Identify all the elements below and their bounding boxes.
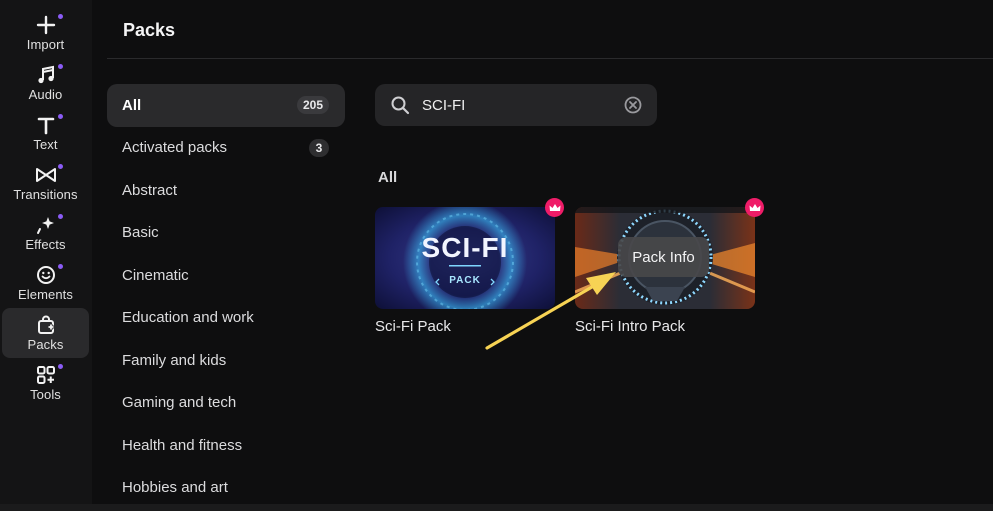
category-activated-packs[interactable]: Activated packs 3 xyxy=(107,127,345,170)
text-icon xyxy=(35,114,57,136)
pack-thumbnail[interactable]: Pack Info xyxy=(575,207,755,309)
category-cinematic[interactable]: Cinematic xyxy=(107,254,345,297)
grid-plus-icon xyxy=(35,364,57,386)
bag-icon xyxy=(35,314,57,336)
sci-fi-pack-artwork: SCI-FI PACK xyxy=(375,207,555,309)
new-dot xyxy=(58,114,63,119)
pack-card-sci-fi-pack[interactable]: SCI-FI PACK Sci-Fi Pack xyxy=(375,198,564,335)
rail-label-audio: Audio xyxy=(28,87,63,102)
rail-label-effects: Effects xyxy=(25,237,66,252)
rail-audio[interactable]: Audio xyxy=(2,60,89,108)
search-icon xyxy=(390,95,410,115)
category-education-and-work[interactable]: Education and work xyxy=(107,297,345,340)
category-all[interactable]: All 205 xyxy=(107,84,345,127)
rail-label-text: Text xyxy=(33,137,58,152)
transitions-icon xyxy=(35,164,57,186)
category-count-badge: 205 xyxy=(296,96,329,115)
rail-tools[interactable]: Tools xyxy=(2,360,89,408)
rail-packs[interactable]: Packs xyxy=(2,308,89,358)
pack-thumbnail[interactable]: SCI-FI PACK xyxy=(375,207,555,309)
category-list: All 205 Activated packs 3 Abstract Basic… xyxy=(107,84,345,509)
category-count-badge: 3 xyxy=(309,138,329,157)
category-health-and-fitness[interactable]: Health and fitness xyxy=(107,424,345,467)
rail-transitions[interactable]: Transitions xyxy=(2,160,89,208)
search-box[interactable] xyxy=(375,84,657,126)
panel-header: Packs xyxy=(107,0,993,59)
category-label: Activated packs xyxy=(122,139,228,157)
new-dot xyxy=(58,14,63,19)
sparkle-icon xyxy=(35,214,57,236)
results-section-label: All xyxy=(378,169,398,186)
new-dot xyxy=(58,214,63,219)
rail-text[interactable]: Text xyxy=(2,110,89,158)
category-label: Abstract xyxy=(122,181,178,199)
category-label: Education and work xyxy=(122,309,254,327)
pack-name: Sci-Fi Intro Pack xyxy=(575,318,686,335)
new-dot xyxy=(58,164,63,169)
rail-label-elements: Elements xyxy=(18,287,73,302)
smiley-icon xyxy=(35,264,57,286)
rail-label-tools: Tools xyxy=(30,387,61,402)
new-dot xyxy=(58,64,63,69)
clear-search-icon[interactable] xyxy=(624,96,642,114)
category-label: Cinematic xyxy=(122,266,189,284)
page-title: Packs xyxy=(123,20,176,40)
rail-import[interactable]: Import xyxy=(2,10,89,58)
rail-label-transitions: Transitions xyxy=(13,187,78,202)
rail-label-import: Import xyxy=(26,37,65,52)
category-label: All xyxy=(122,96,142,114)
rail-label-packs: Packs xyxy=(27,337,64,352)
left-rail: Import Audio Text Transitions Effects El xyxy=(0,0,92,511)
category-basic[interactable]: Basic xyxy=(107,212,345,255)
new-dot xyxy=(58,364,63,369)
category-label: Health and fitness xyxy=(122,436,243,454)
bottom-bar xyxy=(0,504,993,511)
category-label: Hobbies and art xyxy=(122,479,228,497)
music-note-icon xyxy=(35,64,57,86)
premium-crown-icon xyxy=(745,198,764,217)
category-hobbies-and-art[interactable]: Hobbies and art xyxy=(107,467,345,510)
new-dot xyxy=(58,264,63,269)
rail-elements[interactable]: Elements xyxy=(2,260,89,308)
pack-name: Sci-Fi Pack xyxy=(375,318,451,335)
search-input[interactable] xyxy=(422,84,612,126)
category-gaming-and-tech[interactable]: Gaming and tech xyxy=(107,382,345,425)
pack-info-tooltip-button[interactable]: Pack Info xyxy=(618,237,709,277)
thumb-title: SCI-FI xyxy=(422,232,509,263)
category-label: Basic xyxy=(122,224,159,242)
category-family-and-kids[interactable]: Family and kids xyxy=(107,339,345,382)
category-label: Gaming and tech xyxy=(122,394,237,412)
pack-card-sci-fi-intro-pack[interactable]: Pack Info Sci-Fi Intro Pack xyxy=(575,198,764,335)
rail-effects[interactable]: Effects xyxy=(2,210,89,258)
category-label: Family and kids xyxy=(122,351,227,369)
category-abstract[interactable]: Abstract xyxy=(107,169,345,212)
premium-crown-icon xyxy=(545,198,564,217)
plus-icon xyxy=(35,14,57,36)
thumb-subtitle: PACK xyxy=(449,275,481,286)
